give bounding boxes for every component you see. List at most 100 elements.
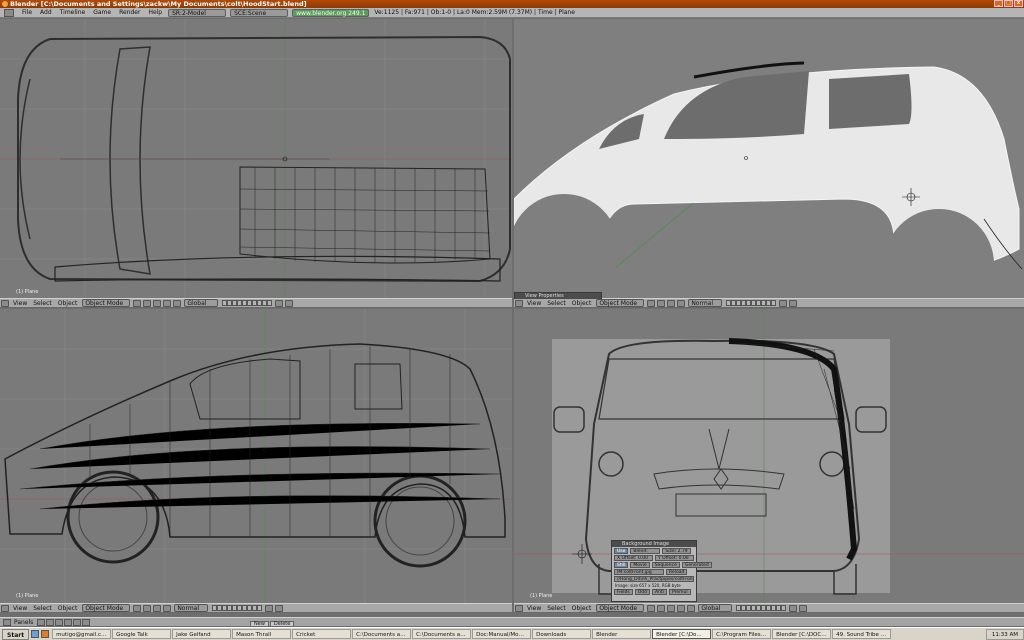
object-icon[interactable] (64, 618, 73, 626)
menu-view[interactable]: View (524, 300, 544, 307)
scene-icon[interactable] (82, 618, 91, 626)
taskbar-button[interactable]: Blender [C:\Do... (652, 629, 712, 639)
lock-icon[interactable] (789, 604, 798, 612)
taskbar-button[interactable]: Blender (592, 629, 652, 639)
window-type-icon[interactable] (515, 604, 523, 612)
taskbar-button[interactable]: C:\Documents and ... (412, 629, 472, 639)
taskbar-button[interactable]: Mason Thrall (232, 629, 292, 639)
viewport-perspective[interactable] (514, 19, 1024, 298)
taskbar-button[interactable]: Doc:Manual/Model... (472, 629, 532, 639)
manipulator-icon[interactable] (153, 299, 162, 307)
mode-dropdown[interactable]: Object Mode (596, 604, 645, 612)
quicklaunch-icon[interactable] (31, 630, 40, 638)
blender-url-button[interactable]: www.blender.org 249.1 (292, 8, 370, 17)
bg-use-toggle[interactable]: Use (614, 548, 629, 554)
taskbar-button[interactable]: Downloads (532, 629, 592, 639)
viewport-front[interactable]: (1) Plane (514, 309, 1024, 603)
menu-view[interactable]: View (10, 605, 30, 612)
layer-buttons[interactable] (212, 605, 263, 611)
menu-object[interactable]: Object (569, 300, 595, 307)
pivot-icon[interactable] (657, 604, 666, 612)
viewport-side[interactable]: (1) Plane (0, 309, 512, 603)
lock-icon[interactable] (779, 299, 788, 307)
menu-object[interactable]: Object (55, 300, 81, 307)
mode-dropdown[interactable]: Object Mode (596, 299, 645, 307)
menu-select[interactable]: Select (30, 605, 55, 612)
taskbar-button[interactable]: C:\Program Files\Bl... (712, 629, 772, 639)
bg-tab-movie[interactable]: Movie (630, 562, 650, 568)
bg-image-selector[interactable]: IM:coltFront.jpg (614, 569, 664, 575)
taskbar-button[interactable]: C:\Documents and ... (352, 629, 412, 639)
shading-icon[interactable] (55, 618, 64, 626)
taskbar-button[interactable]: 49. Sound Tribe Se... (832, 629, 892, 639)
taskbar-button[interactable]: Jake Gelfand (172, 629, 232, 639)
draw-type-icon[interactable] (647, 299, 656, 307)
menu-file[interactable]: File (18, 8, 36, 17)
draw-type-icon[interactable] (133, 604, 142, 612)
close-button[interactable]: x (1014, 0, 1023, 7)
editing-icon[interactable] (73, 618, 82, 626)
bg-odd-toggle[interactable]: Odd (634, 589, 650, 595)
taskbar-button[interactable]: Cricket (292, 629, 352, 639)
editor-type-icon[interactable] (4, 8, 14, 17)
taskbar-button[interactable]: mutigo@gmail.com (52, 629, 112, 639)
render-icon[interactable] (789, 299, 798, 307)
lock-icon[interactable] (265, 604, 274, 612)
menu-render[interactable]: Render (115, 8, 144, 17)
layer-buttons[interactable] (726, 300, 777, 306)
bg-anti-toggle[interactable]: Anti (652, 589, 667, 595)
menu-view[interactable]: View (524, 605, 544, 612)
menu-timeline[interactable]: Timeline (56, 8, 90, 17)
translate-icon[interactable] (677, 604, 686, 612)
layer-buttons[interactable] (736, 605, 787, 611)
pivot-icon[interactable] (143, 299, 152, 307)
draw-type-icon[interactable] (133, 299, 142, 307)
render-icon[interactable] (275, 604, 284, 612)
bg-tab-generated[interactable]: Generated (681, 562, 712, 568)
window-type-icon[interactable] (1, 604, 9, 612)
orientation-dropdown[interactable]: Global (698, 604, 733, 612)
manipulator-icon[interactable] (667, 604, 676, 612)
bg-y-offset-field[interactable]: Y Offset: 0.00 (655, 555, 694, 561)
translate-icon[interactable] (163, 299, 172, 307)
quicklaunch-blender-icon[interactable] (41, 630, 50, 638)
menu-object[interactable]: Object (55, 605, 81, 612)
menu-object[interactable]: Object (569, 605, 595, 612)
background-image-panel[interactable]: Background Image Use Blend: 0.50 Size: 2… (611, 540, 712, 602)
window-type-icon[interactable] (515, 299, 523, 307)
menu-view[interactable]: View (10, 300, 30, 307)
draw-type-icon[interactable] (647, 604, 656, 612)
bg-reload-button[interactable]: Reload (666, 569, 688, 575)
logic-icon[interactable] (37, 618, 46, 626)
bg-tab-sequence[interactable]: Sequence (651, 562, 680, 568)
panels-menu[interactable]: Panels (14, 619, 33, 626)
menu-select[interactable]: Select (30, 300, 55, 307)
menu-game[interactable]: Game (89, 8, 115, 17)
menu-select[interactable]: Select (544, 300, 569, 307)
bg-premul-toggle[interactable]: Premul (668, 589, 691, 595)
bg-x-offset-field[interactable]: X Offset: 0.00 (614, 555, 653, 561)
manipulator-icon[interactable] (667, 299, 676, 307)
menu-add[interactable]: Add (36, 8, 56, 17)
bg-size-field[interactable]: Size: 2.79 (662, 548, 691, 554)
bg-tab-still[interactable]: Still (614, 562, 629, 568)
taskbar-button[interactable]: Google Talk (112, 629, 172, 639)
start-button[interactable]: Start (2, 628, 30, 640)
mode-dropdown[interactable]: Object Mode (82, 604, 131, 612)
scene-selector[interactable]: SCE:Scene (230, 8, 289, 17)
window-type-icon[interactable] (3, 618, 11, 626)
taskbar-button[interactable]: Blender [C:\DOCU... (772, 629, 832, 639)
bg-path-field[interactable]: //Hong_Ddinh_Practpipes/coltFront.jpg (614, 576, 694, 582)
screen-selector[interactable]: SR:2-Model (168, 8, 227, 17)
translate-icon[interactable] (163, 604, 172, 612)
lock-icon[interactable] (275, 299, 284, 307)
render-icon[interactable] (285, 299, 294, 307)
mode-dropdown[interactable]: Object Mode (82, 299, 131, 307)
menu-select[interactable]: Select (544, 605, 569, 612)
shading-dropdown[interactable]: Normal (688, 299, 723, 307)
menu-help[interactable]: Help (144, 8, 166, 17)
maximize-button[interactable]: □ (1004, 0, 1013, 7)
pivot-icon[interactable] (657, 299, 666, 307)
script-icon[interactable] (46, 618, 55, 626)
render-icon[interactable] (799, 604, 808, 612)
